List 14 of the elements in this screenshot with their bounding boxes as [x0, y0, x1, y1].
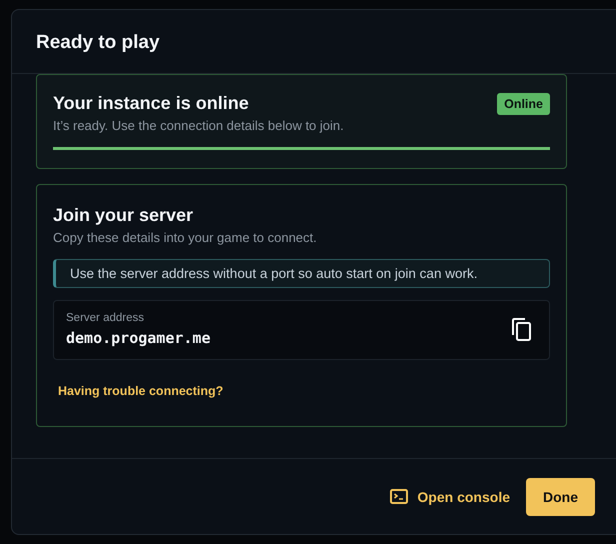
address-value: demo.progamer.me [66, 329, 210, 347]
notice-text: Use the server address without a port so auto start on join can work. [70, 266, 478, 281]
help-link[interactable]: Having trouble connecting? [58, 384, 224, 398]
card-subtitle: It’s ready. Use the connection details below to join. [53, 118, 344, 133]
copy-icon[interactable] [511, 318, 533, 342]
status-badge: Online [497, 93, 550, 115]
address-label: Server address [66, 312, 145, 324]
open-console-button[interactable]: Open console [390, 488, 510, 504]
done-button[interactable]: Done [526, 478, 595, 516]
card-subtitle: Copy these details into your game to connect. [53, 230, 318, 245]
card-title: Join your server [53, 205, 194, 226]
dialog-title: Ready to play [36, 32, 161, 54]
card-title: Your instance is online [53, 93, 250, 114]
terminal-icon [390, 489, 408, 504]
